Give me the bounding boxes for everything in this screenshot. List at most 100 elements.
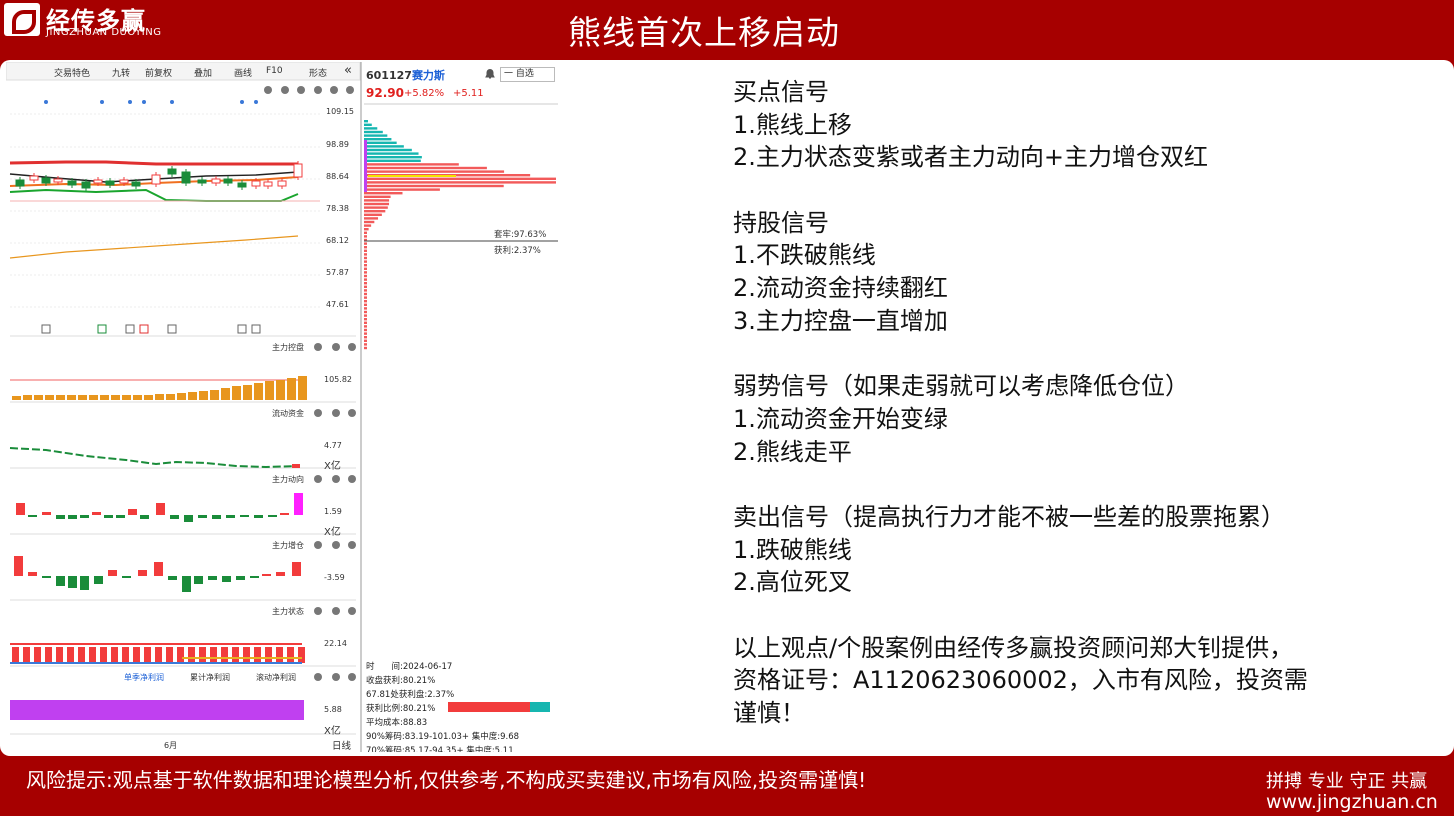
state-bar — [221, 647, 228, 663]
control-bar — [232, 386, 241, 400]
chip-bar — [364, 289, 367, 292]
state-bar — [232, 647, 239, 663]
candle-body — [293, 163, 303, 178]
signal-dot — [100, 100, 104, 104]
toolbar-item-draw[interactable]: 画线 — [234, 66, 252, 79]
increase-bar — [138, 570, 147, 576]
control-bar — [287, 378, 296, 400]
text-line: 2.流动资金持续翻红 — [733, 274, 948, 303]
chip-bar — [364, 127, 378, 130]
toolbar-item-f10[interactable]: F10 — [266, 66, 283, 76]
info-chip70: 70%筹码:85.17-94.35+ 集中度:5.11 — [366, 746, 514, 752]
chip-bar — [364, 217, 379, 220]
settings-icon — [314, 86, 322, 94]
control-bar — [23, 395, 32, 400]
chip-bar — [364, 296, 367, 299]
panel-settings-icon — [314, 343, 322, 351]
candle-body — [131, 181, 141, 187]
text-line: 1.跌破熊线 — [733, 535, 852, 564]
candle-body — [15, 179, 25, 187]
candle-body — [41, 177, 51, 184]
text-line: 3.主力控盘一直增加 — [733, 306, 948, 335]
chip-bar — [364, 213, 382, 216]
direction-bar — [226, 515, 235, 518]
text-line: 卖出信号（提高执行力才能不被一些差的股票拖累） — [733, 502, 1285, 531]
watchlist-button[interactable]: 一 自选 — [500, 67, 555, 82]
panel-settings-icon — [314, 607, 322, 615]
increase-bar — [28, 572, 37, 576]
text-line: 1.熊线上移 — [733, 110, 852, 139]
avg-cost-line — [368, 175, 456, 177]
text-line: 2.高位死叉 — [733, 568, 852, 597]
chip-bar — [364, 336, 367, 339]
state-bar — [177, 647, 184, 663]
control-bar — [276, 380, 285, 400]
direction-bar — [268, 515, 277, 517]
chip-bar — [364, 224, 372, 227]
chip-bar — [364, 177, 556, 180]
direction-bar — [156, 503, 165, 515]
state-bar — [67, 647, 74, 663]
info-avg-cost: 平均成本:88.83 — [366, 718, 428, 728]
chip-purple-marker — [364, 140, 367, 192]
tab-quarter-profit[interactable]: 单季净利润 — [124, 672, 164, 683]
control-bar — [177, 393, 186, 400]
chip-bar — [364, 134, 388, 137]
chip-bar — [364, 210, 386, 213]
control-bar — [188, 392, 197, 400]
collapse-icon[interactable]: « — [344, 63, 352, 78]
toolbar-item-jiuzhuan[interactable]: 九转 — [112, 66, 130, 79]
panel-close-icon — [348, 475, 356, 483]
info-chip90: 90%筹码:83.19-101.03+ 集中度:9.68 — [366, 732, 520, 742]
control-bar — [34, 395, 43, 400]
chip-bar — [364, 120, 368, 123]
toolbar-item-adjust[interactable]: 前复权 — [145, 66, 172, 79]
direction-bar — [280, 513, 289, 515]
control-bar — [78, 395, 87, 400]
toolbar-item-trade[interactable]: 交易特色 — [54, 66, 90, 79]
state-bar — [78, 647, 85, 663]
state-bar — [243, 647, 250, 663]
tab-rolling-profit[interactable]: 滚动净利润 — [256, 672, 296, 683]
website-url[interactable]: www.jingzhuan.cn — [1266, 791, 1438, 813]
candle-body — [251, 180, 261, 187]
chip-bar — [364, 256, 367, 260]
panel-value-state: 22.14 — [324, 639, 347, 648]
control-bar — [144, 395, 153, 400]
bell-icon[interactable] — [484, 68, 496, 80]
text-line: 以上观点/个股案例由经传多赢投资顾问郑大钊提供， — [733, 633, 1294, 662]
state-bar — [144, 647, 151, 663]
stock-name[interactable]: 赛力斯 — [412, 69, 445, 82]
y-tick: 47.61 — [326, 300, 349, 309]
chip-bar — [364, 303, 367, 306]
period-label[interactable]: 日线 — [332, 738, 351, 752]
increase-bar — [208, 576, 217, 580]
month-label: 6月 — [164, 741, 178, 750]
control-bar — [111, 395, 120, 400]
direction-bar — [56, 515, 65, 519]
panel-settings-icon — [314, 541, 322, 549]
chip-bar — [364, 130, 383, 134]
chip-bar — [364, 242, 367, 245]
profit-bar — [10, 700, 304, 720]
zoom-out-icon — [297, 86, 305, 94]
chip-bar — [364, 235, 367, 238]
y-tick: 109.15 — [326, 107, 354, 116]
direction-bar — [116, 515, 125, 518]
panel-unit-direction: X亿 — [324, 527, 341, 538]
chip-bar — [364, 152, 419, 155]
state-bar — [298, 647, 305, 663]
text-line: 1.不跌破熊线 — [733, 241, 876, 270]
chip-bar — [364, 346, 367, 350]
chip-bar — [364, 325, 367, 328]
slogan: 拼搏 专业 守正 共赢 — [1266, 771, 1428, 792]
panel-help-icon — [332, 673, 340, 681]
candle-body — [81, 181, 91, 189]
stock-header: 601127赛力斯 — [366, 67, 445, 83]
event-icon — [167, 324, 177, 334]
tab-cumulative-profit[interactable]: 累计净利润 — [190, 672, 230, 683]
toolbar-item-pattern[interactable]: 形态 — [309, 66, 327, 79]
text-line — [733, 468, 1308, 501]
bear-line — [9, 160, 298, 166]
toolbar-item-overlay[interactable]: 叠加 — [194, 66, 212, 79]
